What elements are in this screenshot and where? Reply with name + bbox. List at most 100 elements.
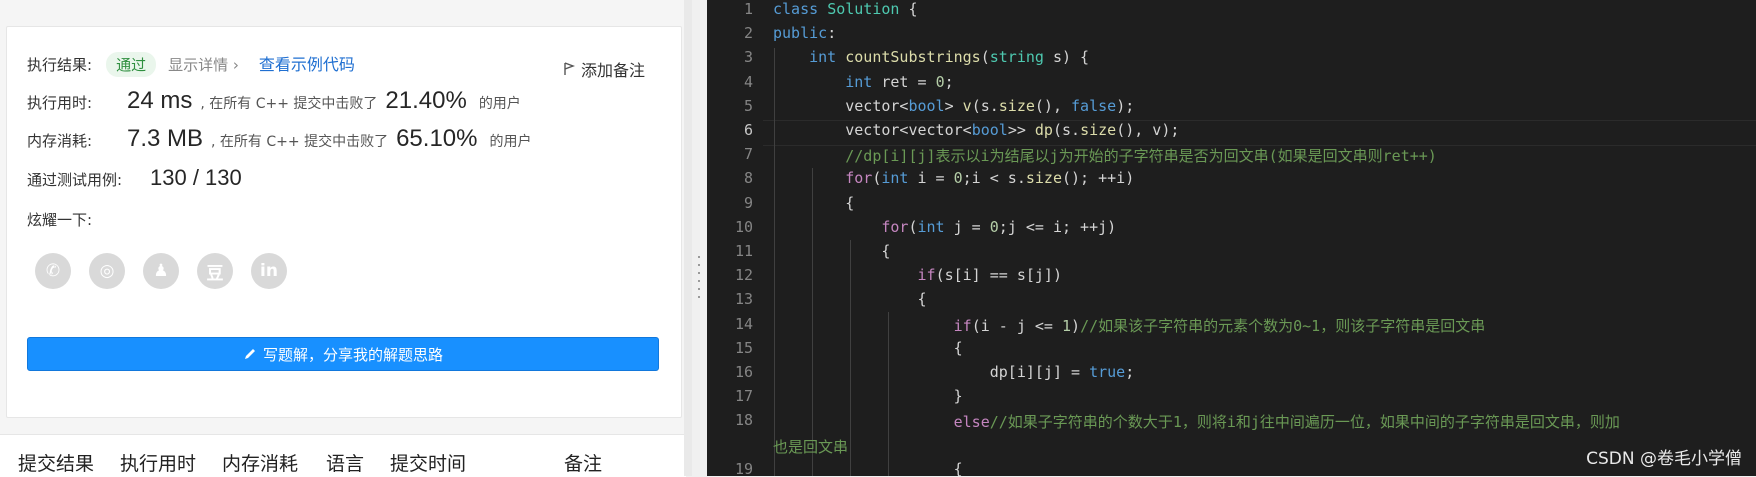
code-line: int ret = 0; (773, 73, 953, 91)
memory-label: 内存消耗: (27, 132, 93, 150)
line-number: 18 (734, 411, 753, 430)
line-number: 13 (734, 290, 753, 309)
douban-icon[interactable]: 豆 (197, 253, 233, 289)
code-editor[interactable]: 1 2 3 4 5 6 7 8 9 10 11 12 13 14 15 16 17 18 19 class Solu… (707, 0, 1756, 476)
code-line: //dp[i][j]表示以i为结尾以j为开始的子字符串是否为回文串(如果是回文串… (773, 145, 1437, 166)
code-token: else (953, 413, 990, 432)
runtime-label: 执行用时: (27, 94, 93, 112)
code-line: if(s[i] == s[j]) (773, 266, 1063, 285)
code-line: int countSubstrings(string s) { (773, 48, 1089, 66)
code-token: size (1025, 169, 1062, 188)
line-number: 3 (743, 48, 753, 67)
grip-dot (698, 280, 700, 282)
code-token: ( (980, 48, 990, 67)
code-line: class Solution { (773, 0, 918, 18)
code-token: j = (944, 217, 990, 236)
code-token: (s. (971, 96, 999, 115)
code-token: vector<vector< (773, 121, 972, 139)
code-token: dp[i][j] = (773, 363, 1090, 381)
code-line: { (773, 460, 963, 476)
pencil-icon (244, 349, 255, 359)
code-token: class (773, 0, 819, 18)
grip-dot (698, 256, 700, 258)
code-line: public: (773, 24, 836, 42)
linkedin-icon[interactable]: in (251, 253, 287, 289)
line-number: 8 (743, 169, 753, 188)
code-token: >> (1007, 121, 1035, 139)
qq-icon[interactable]: ♟ (143, 253, 179, 289)
line-number: 15 (734, 338, 753, 357)
code-token: { (899, 0, 918, 18)
code-line: else//如果子字符串的个数大于1，则将i和j往中间遍历一位，如果中间的子字符… (773, 411, 1620, 432)
code-token: //dp[i][j]表示以i为结尾以j为开始的子字符串是否为回文串(如果是回文串… (845, 147, 1437, 166)
code-token: if (917, 266, 936, 285)
code-line: if(i - j <= 1)//如果该子字符串的元素个数为0~1，则该子字符串是… (773, 315, 1486, 336)
code-token: int (917, 217, 945, 236)
code-token: dp (1034, 121, 1053, 139)
code-token: { (773, 193, 855, 212)
col-submit-time[interactable]: 提交时间 (390, 449, 466, 476)
code-line: 也是回文串 (773, 436, 848, 457)
code-token: } (773, 387, 963, 406)
write-solution-button[interactable]: 写题解，分享我的解题思路 (27, 337, 659, 371)
col-language[interactable]: 语言 (326, 449, 364, 476)
tests-value: 130 / 130 (150, 165, 242, 190)
add-note-button[interactable]: 添加备注 (563, 57, 645, 81)
line-number: 14 (734, 314, 753, 333)
submission-table-header: 提交结果 执行用时 内存消耗 语言 提交时间 备注 (0, 434, 686, 477)
line-number: 16 (734, 363, 753, 381)
col-memory[interactable]: 内存消耗 (222, 449, 298, 476)
code-token: ) (1071, 316, 1081, 335)
show-details-link[interactable]: 显示详情 › (168, 54, 239, 75)
code-token: 也是回文串 (773, 437, 849, 456)
code-token: i = (908, 169, 954, 188)
grip-dot (698, 264, 700, 266)
runtime-row: 执行用时: 24 ms , 在所有 C++ 提交中击败了 21.40% 的用户 (27, 87, 521, 115)
memory-users-text: 的用户 (489, 134, 532, 150)
code-line: dp[i][j] = true; (773, 363, 1135, 381)
col-submit-result[interactable]: 提交结果 (18, 449, 94, 476)
code-token: { (773, 338, 963, 357)
code-token: string (989, 48, 1044, 67)
runtime-value: 24 ms (127, 87, 193, 114)
code-line: vector<vector<bool>> dp(s.size(), v); (773, 121, 1179, 139)
result-row: 执行结果: 通过 显示详情 › 查看示例代码 (27, 51, 355, 77)
wechat-icon[interactable]: ✆ (35, 253, 71, 289)
view-sample-code-link[interactable]: 查看示例代码 (259, 51, 355, 75)
code-line: { (773, 339, 963, 357)
code-token: //如果子字符串的个数大于1，则将i和j往中间遍历一位，如果中间的子字符串是回文… (989, 413, 1620, 432)
tests-label: 通过测试用例: (27, 171, 123, 189)
col-note[interactable]: 备注 (564, 449, 602, 476)
code-token: int (881, 169, 909, 188)
status-badge: 通过 (106, 52, 157, 77)
code-token: int (809, 48, 837, 67)
col-runtime[interactable]: 执行用时 (120, 449, 196, 476)
code-token: (i - j <= (971, 316, 1062, 335)
memory-percent: 65.10% (396, 125, 478, 152)
code-token: (), (1034, 96, 1072, 115)
line-number: 19 (734, 459, 753, 476)
code-token: (), v); (1116, 121, 1180, 139)
code-token: ); (1116, 96, 1135, 115)
panel-resize-handle[interactable] (692, 0, 707, 476)
code-token: 1 (1062, 316, 1072, 335)
weibo-icon[interactable]: ◎ (89, 253, 125, 289)
grip-dot (698, 272, 700, 274)
result-label: 执行结果: (27, 56, 93, 74)
memory-beat-text: , 在所有 C++ 提交中击败了 (211, 134, 389, 150)
line-number: 10 (734, 217, 753, 236)
code-token: (); ++i) (1062, 169, 1135, 188)
left-scrollbar[interactable] (684, 0, 692, 476)
code-line: { (773, 194, 854, 212)
line-number: 1 (743, 0, 753, 18)
code-token: { (773, 459, 963, 476)
memory-value: 7.3 MB (127, 125, 204, 152)
code-token: { (773, 290, 927, 309)
